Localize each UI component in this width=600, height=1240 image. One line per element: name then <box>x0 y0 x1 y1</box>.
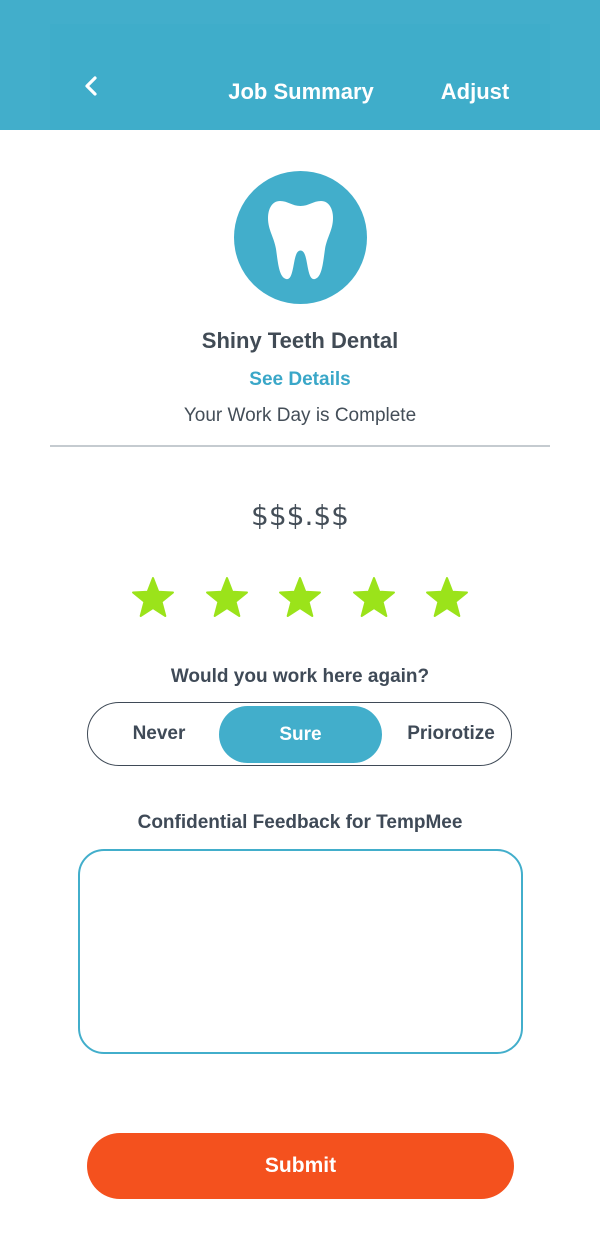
option-sure[interactable]: Sure <box>219 706 382 763</box>
feedback-textarea[interactable] <box>78 849 523 1054</box>
star-icon[interactable] <box>278 576 322 620</box>
payment-amount: $$$.$$ <box>251 499 349 532</box>
star-rating <box>0 576 600 626</box>
work-again-question: Would you work here again? <box>170 666 430 687</box>
option-prioritize[interactable]: Priorotize <box>386 703 516 764</box>
see-details-row: See Details <box>0 365 600 395</box>
see-details-link[interactable]: See Details <box>249 369 350 390</box>
office-logo <box>234 171 367 304</box>
star-icon[interactable] <box>131 576 175 620</box>
adjust-button[interactable]: Adjust <box>430 76 520 108</box>
page-title: Job Summary <box>228 79 374 104</box>
chevron-left-icon <box>85 76 97 96</box>
work-status-text: Your Work Day is Complete <box>183 405 417 426</box>
submit-button[interactable]: Submit <box>87 1133 514 1199</box>
work-again-selector: Never Sure Priorotize <box>87 702 512 766</box>
option-never[interactable]: Never <box>88 703 230 764</box>
tooth-icon <box>268 201 333 280</box>
feedback-label: Confidential Feedback for TempMee <box>137 812 463 833</box>
star-icon[interactable] <box>352 576 396 620</box>
app-header: Job Summary Adjust <box>0 0 600 130</box>
back-button[interactable] <box>80 72 104 102</box>
star-icon[interactable] <box>205 576 249 620</box>
office-name: Shiny Teeth Dental <box>201 328 399 353</box>
star-icon[interactable] <box>425 576 469 620</box>
divider <box>50 445 550 447</box>
